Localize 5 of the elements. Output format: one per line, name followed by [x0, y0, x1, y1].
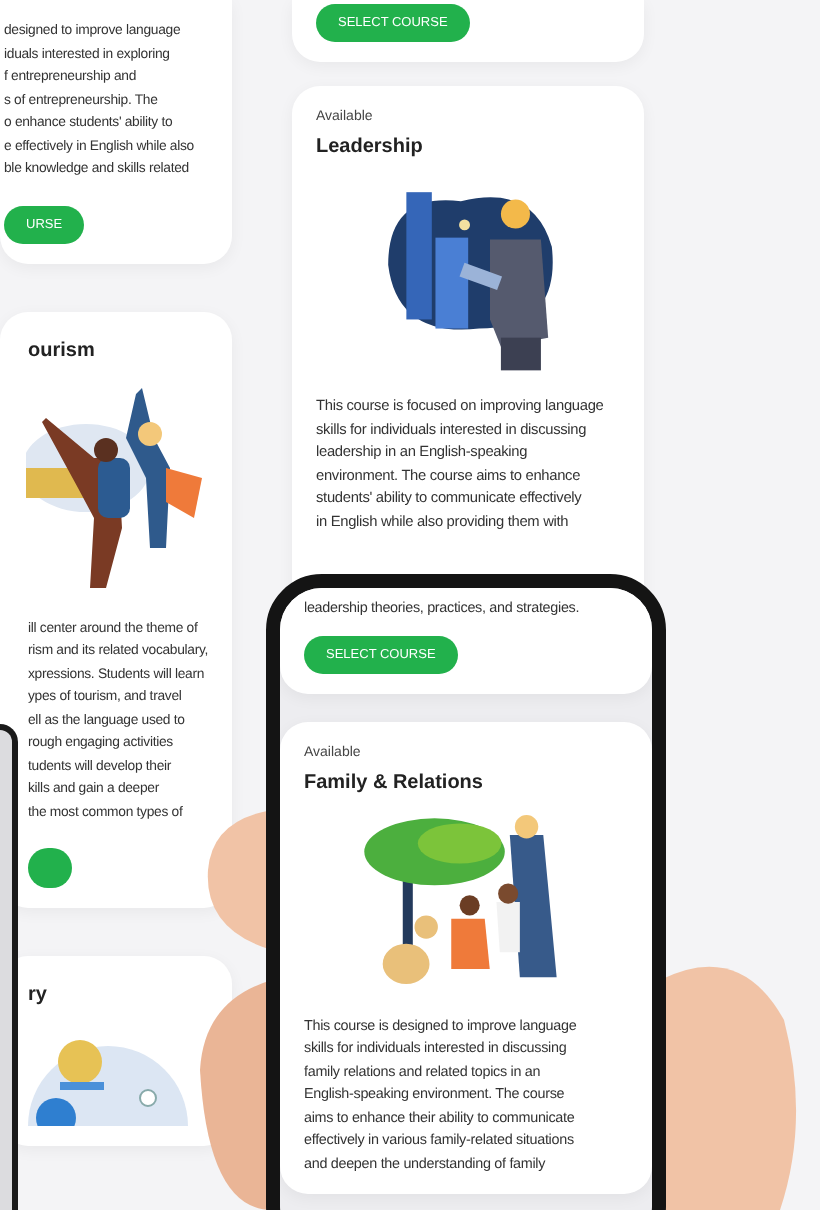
course-title: Leadership	[316, 136, 423, 158]
select-course-button[interactable]	[28, 848, 72, 888]
course-title: ry	[28, 984, 47, 1006]
course-title: ourism	[28, 339, 95, 361]
course-title: Family & Relations	[304, 771, 483, 793]
